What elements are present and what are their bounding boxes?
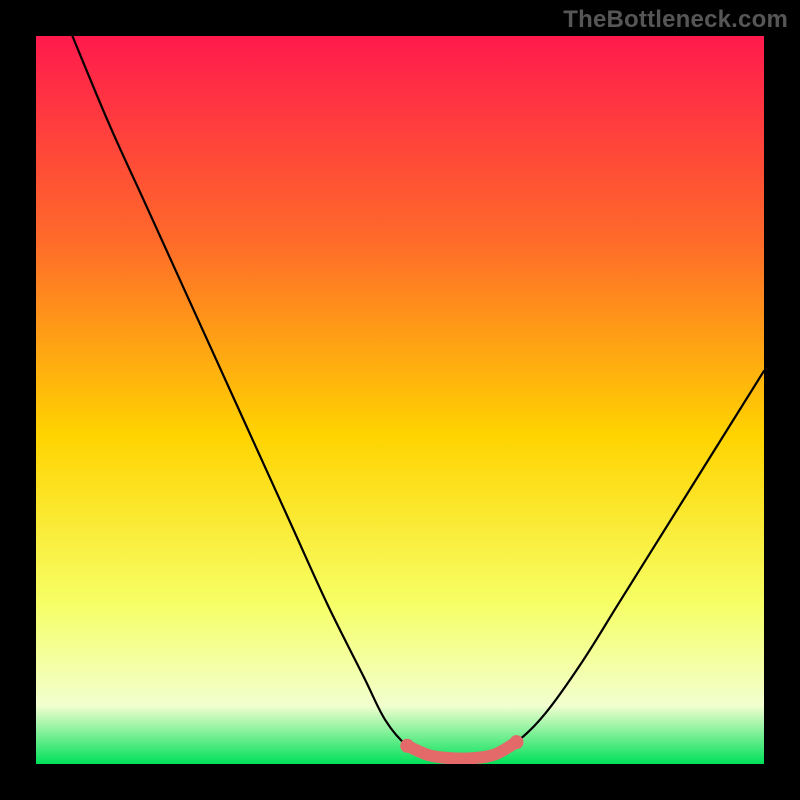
highlight-endpoint-left: [400, 739, 414, 753]
watermark-label: TheBottleneck.com: [563, 6, 788, 34]
plot-area: [36, 36, 764, 764]
chart-frame: TheBottleneck.com: [0, 0, 800, 800]
chart-svg: [36, 36, 764, 764]
highlight-endpoint-right: [509, 735, 523, 749]
gradient-background: [36, 36, 764, 764]
